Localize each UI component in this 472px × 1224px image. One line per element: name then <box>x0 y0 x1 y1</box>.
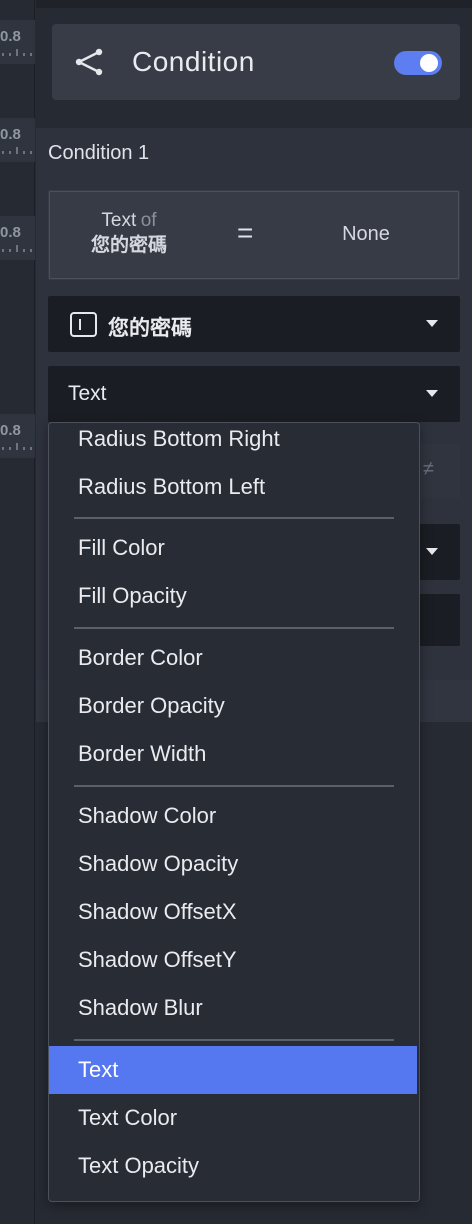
text-field-icon <box>70 312 97 337</box>
condition-panel: Condition Condition 1 Text of 您的密碼 = Non… <box>36 0 472 1224</box>
chevron-down-icon <box>426 320 438 327</box>
menu-divider <box>74 1039 394 1041</box>
menu-item-text-color[interactable]: Text Color <box>49 1094 417 1142</box>
condition-header: Condition <box>52 24 460 100</box>
left-row: 0.8 <box>0 20 35 64</box>
top-strip <box>36 0 472 8</box>
toggle-knob <box>420 54 438 72</box>
property-menu: Radius Bottom Right Radius Bottom Left F… <box>48 422 420 1202</box>
menu-item-radius-bottom-left[interactable]: Radius Bottom Left <box>49 463 417 511</box>
menu-item-fill-opacity[interactable]: Fill Opacity <box>49 572 417 620</box>
property-select[interactable]: Text <box>48 366 460 422</box>
menu-item-fill-color[interactable]: Fill Color <box>49 524 417 572</box>
app-root: 0.8 0.8 0.8 0.8 Condition Condition 1 Te… <box>0 0 472 1224</box>
field-select-label: 您的密碼 <box>108 317 192 340</box>
ruler-ticks <box>0 48 35 56</box>
ruler-ticks <box>0 442 35 450</box>
menu-divider <box>74 627 394 629</box>
menu-divider <box>74 517 394 519</box>
condition-rule[interactable]: Text of 您的密碼 = None <box>48 190 460 280</box>
left-row-value: 0.8 <box>0 28 21 45</box>
left-row-value: 0.8 <box>0 224 21 241</box>
menu-item-border-color[interactable]: Border Color <box>49 634 417 682</box>
rule-subject-of: of <box>140 210 157 231</box>
rule-operator: = <box>237 217 254 248</box>
left-row-value: 0.8 <box>0 126 21 143</box>
share-icon <box>75 48 103 76</box>
ruler-ticks <box>0 146 35 154</box>
menu-item-text[interactable]: Text <box>49 1046 417 1094</box>
menu-item-shadow-offsety[interactable]: Shadow OffsetY <box>49 936 417 984</box>
menu-item-shadow-opacity[interactable]: Shadow Opacity <box>49 840 417 888</box>
rule-value: None <box>342 223 390 245</box>
ruler-ticks <box>0 244 35 252</box>
menu-item-radius-bottom-right[interactable]: Radius Bottom Right <box>49 423 417 463</box>
menu-item-border-opacity[interactable]: Border Opacity <box>49 682 417 730</box>
header-title: Condition <box>132 46 255 77</box>
rule-subject: Text of 您的密碼 <box>49 209 209 258</box>
left-row: 0.8 <box>0 216 35 260</box>
condition-toggle[interactable] <box>394 51 442 75</box>
menu-divider <box>74 785 394 787</box>
menu-item-shadow-blur[interactable]: Shadow Blur <box>49 984 417 1032</box>
left-column: 0.8 0.8 0.8 0.8 <box>0 0 35 1224</box>
rule-subject-property: Text <box>101 210 137 231</box>
property-select-label: Text <box>68 382 107 405</box>
rule-subject-field: 您的密碼 <box>90 235 167 256</box>
menu-item-text-opacity[interactable]: Text Opacity <box>49 1142 417 1190</box>
chevron-down-icon <box>426 548 438 555</box>
menu-item-shadow-offsetx[interactable]: Shadow OffsetX <box>49 888 417 936</box>
chevron-down-icon <box>426 390 438 397</box>
menu-item-border-width[interactable]: Border Width <box>49 730 417 778</box>
left-row: 0.8 <box>0 118 35 162</box>
left-row: 0.8 <box>0 414 35 458</box>
left-row-value: 0.8 <box>0 422 21 439</box>
menu-item-shadow-color[interactable]: Shadow Color <box>49 792 417 840</box>
condition-label: Condition 1 <box>48 142 150 164</box>
field-select[interactable]: 您的密碼 <box>48 296 460 352</box>
not-equal-glyph: ≠ <box>423 458 434 480</box>
